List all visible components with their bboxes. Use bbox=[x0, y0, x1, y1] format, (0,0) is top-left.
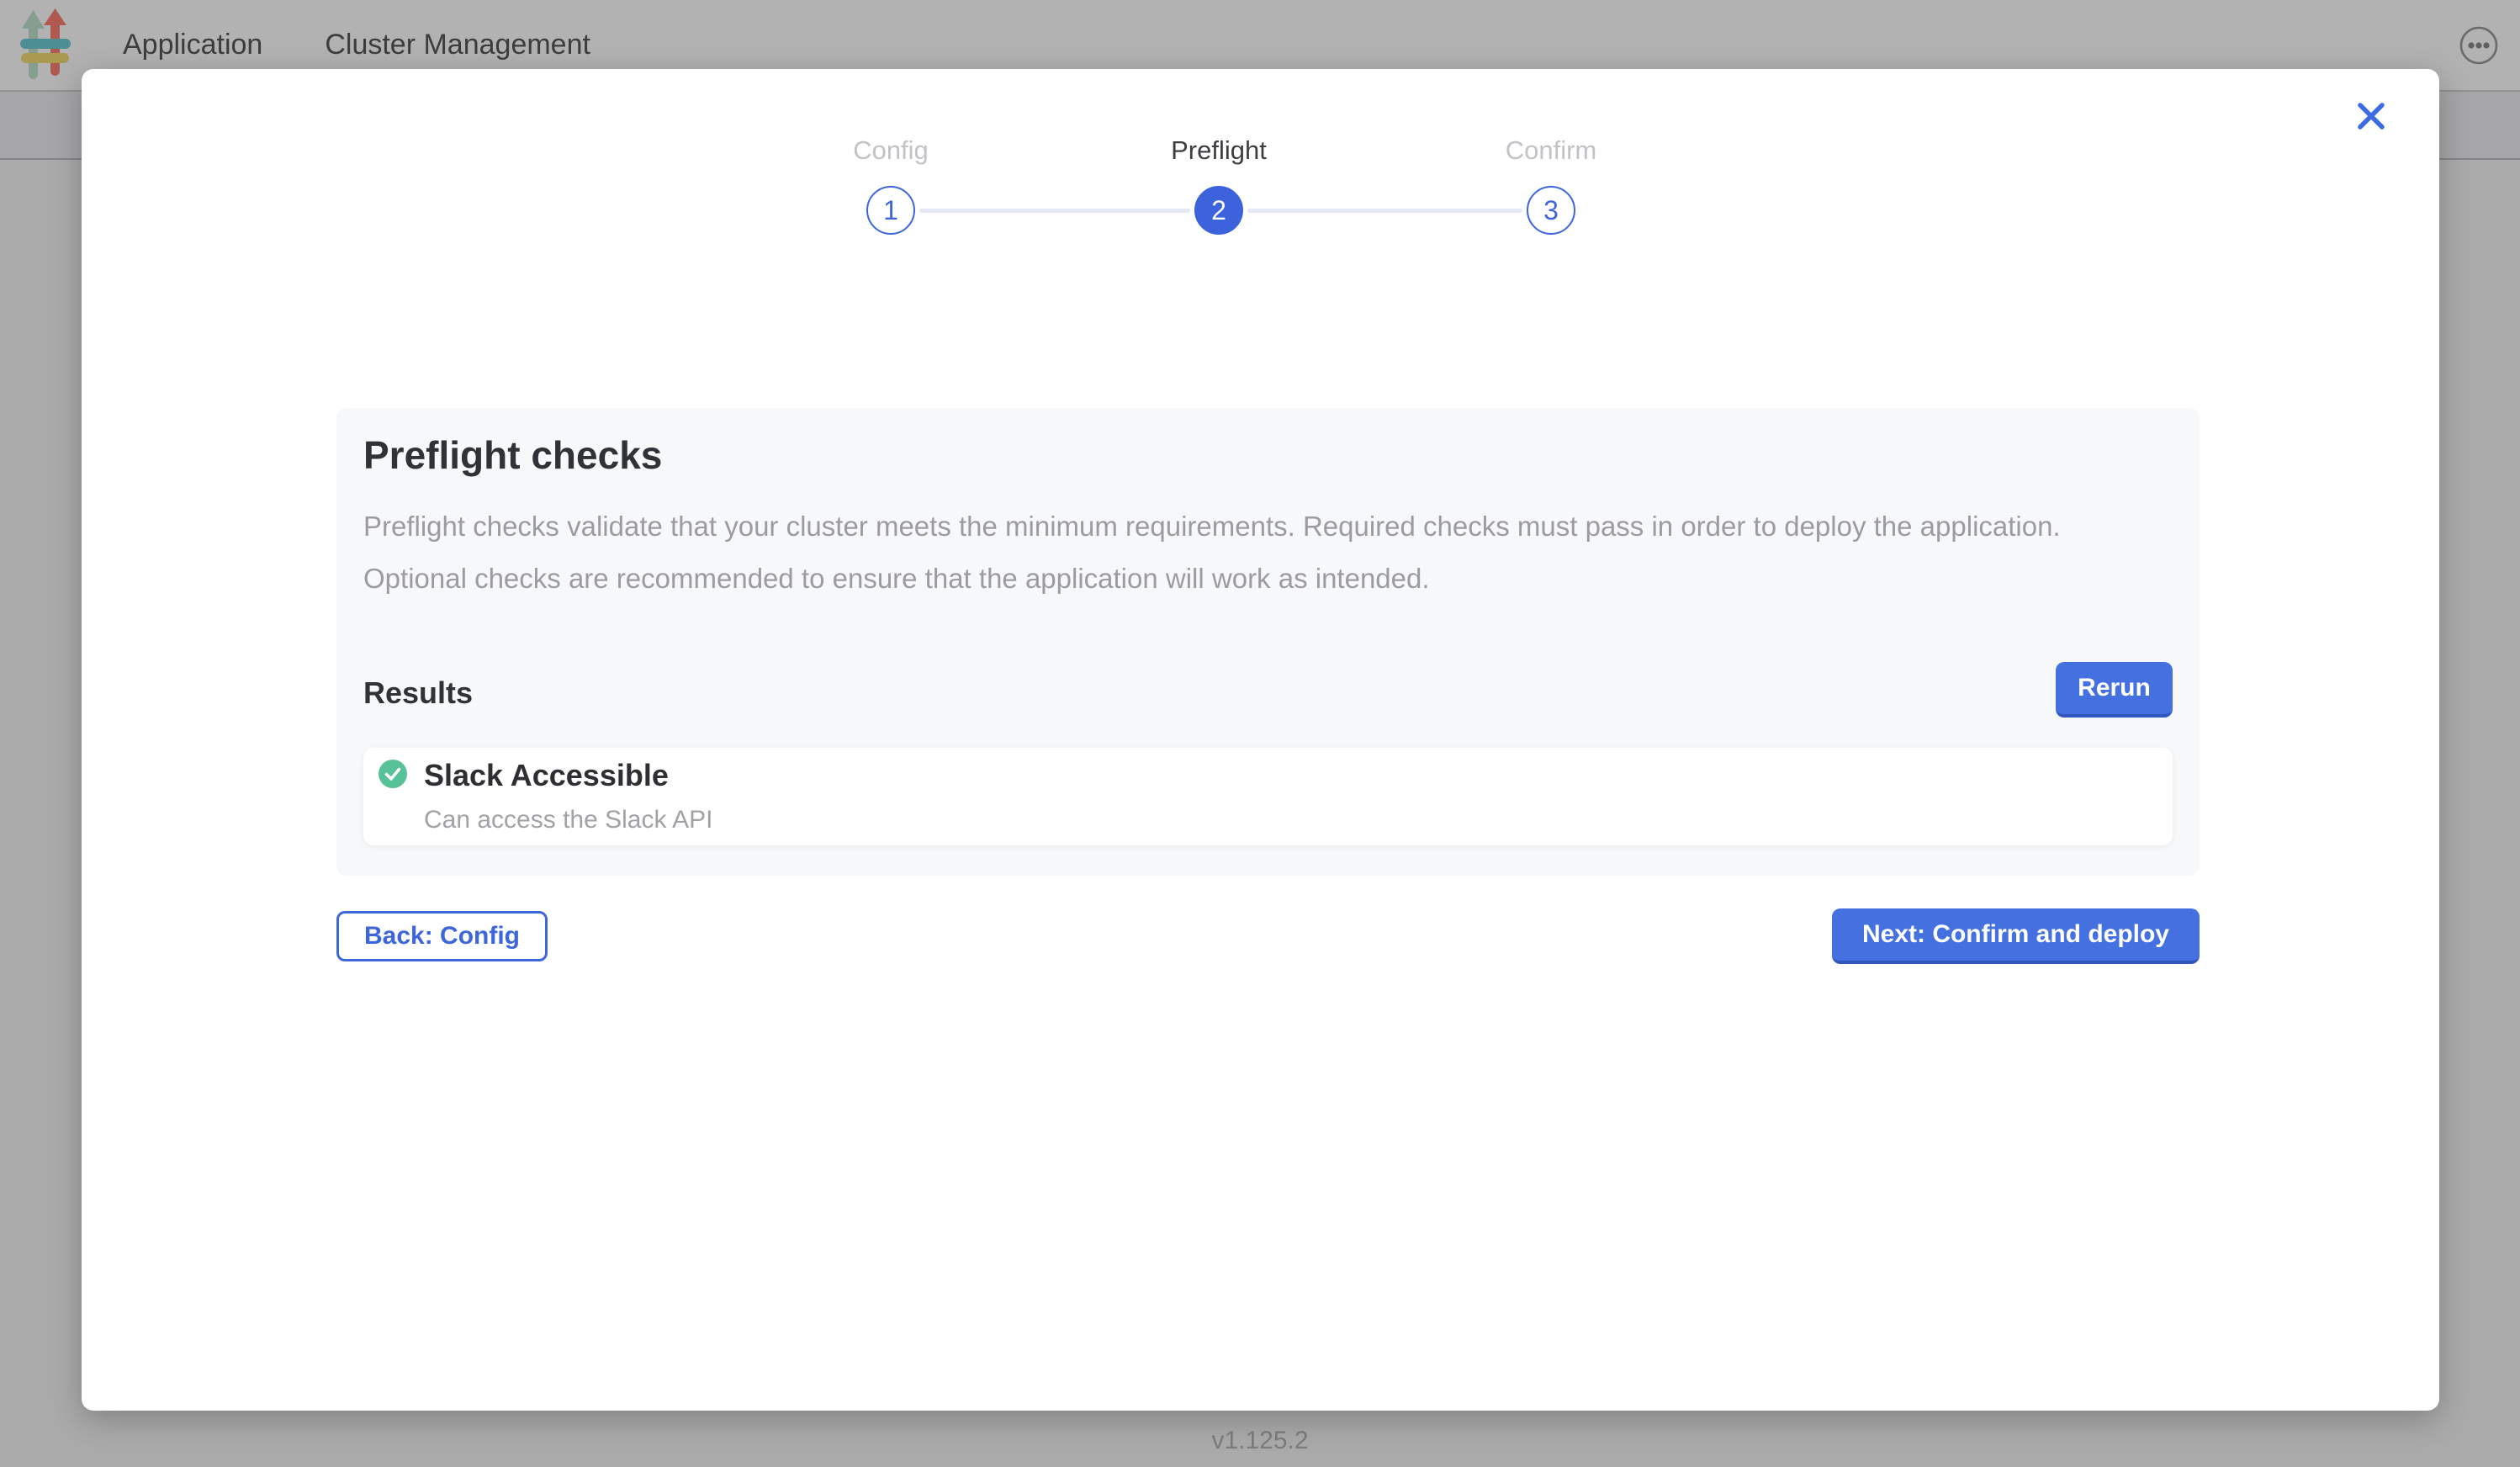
card-title: Preflight checks bbox=[363, 432, 2173, 479]
card-description: Preflight checks validate that your clus… bbox=[363, 500, 2113, 605]
results-list: Slack Accessible Can access the Slack AP… bbox=[363, 748, 2173, 845]
back-button[interactable]: Back: Config bbox=[336, 911, 548, 961]
step-circle[interactable]: 2 bbox=[1194, 186, 1243, 235]
result-detail: Can access the Slack API bbox=[424, 805, 713, 835]
stepper-step[interactable]: Confirm 3 bbox=[1416, 135, 1686, 235]
preflight-result-row: Slack Accessible Can access the Slack AP… bbox=[363, 748, 2173, 845]
result-texts: Slack Accessible Can access the Slack AP… bbox=[424, 758, 713, 835]
step-circle[interactable]: 3 bbox=[1527, 186, 1575, 235]
step-label: Preflight bbox=[1084, 135, 1353, 167]
wizard-actions: Back: Config Next: Confirm and deploy bbox=[336, 907, 2200, 966]
result-title: Slack Accessible bbox=[424, 758, 713, 793]
step-number: 3 bbox=[1543, 195, 1559, 226]
preflight-modal: Config 1 Preflight 2 Confirm 3 Preflight… bbox=[82, 69, 2439, 1411]
check-pass-icon bbox=[379, 760, 407, 788]
step-label: Confirm bbox=[1416, 135, 1686, 167]
step-number: 2 bbox=[1211, 195, 1226, 226]
next-button[interactable]: Next: Confirm and deploy bbox=[1832, 908, 2200, 964]
rerun-button[interactable]: Rerun bbox=[2056, 662, 2173, 718]
stepper-step[interactable]: Config 1 bbox=[756, 135, 1025, 235]
preflight-card: Preflight checks Preflight checks valida… bbox=[336, 408, 2200, 876]
results-heading: Results bbox=[363, 675, 473, 718]
step-number: 1 bbox=[883, 195, 898, 226]
results-bar: Results Rerun bbox=[363, 662, 2173, 718]
step-circle[interactable]: 1 bbox=[866, 186, 915, 235]
step-label: Config bbox=[756, 135, 1025, 167]
stepper-step[interactable]: Preflight 2 bbox=[1084, 135, 1353, 235]
wizard-stepper: Config 1 Preflight 2 Confirm 3 bbox=[82, 69, 2439, 338]
